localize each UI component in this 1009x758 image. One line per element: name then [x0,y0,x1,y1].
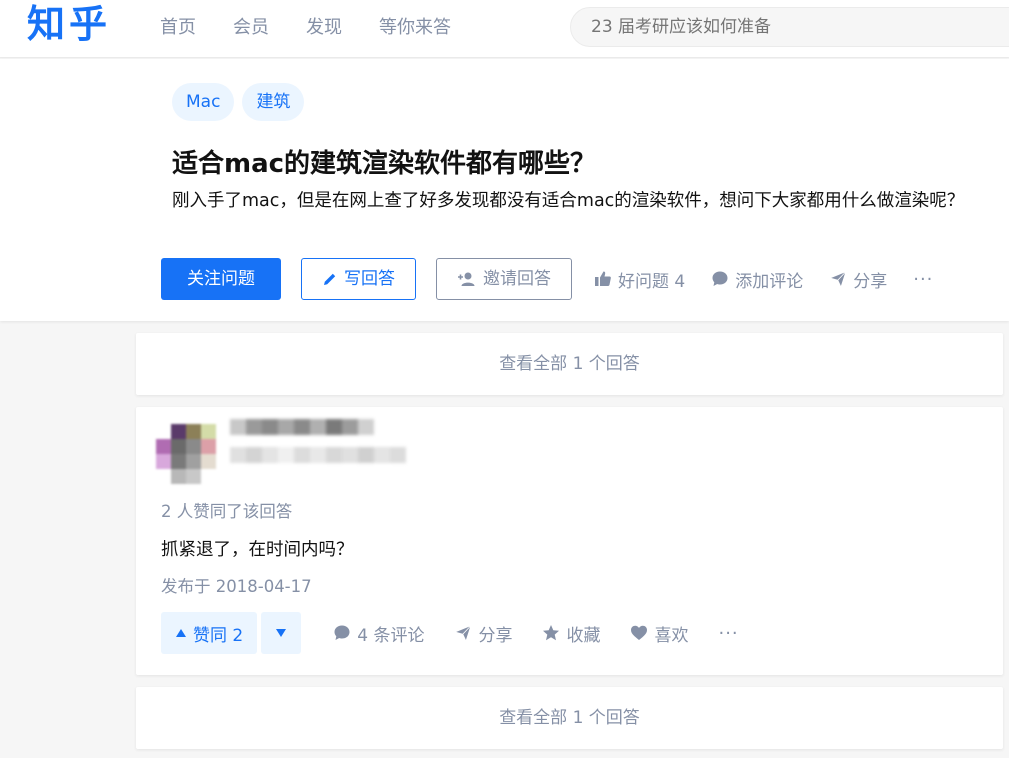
answer-card: 2 人赞同了该回答 抓紧退了，在时间内吗？ 发布于 2018-04-17 赞同 … [136,407,1003,675]
question-title: 适合mac的建筑渲染软件都有哪些？ [172,149,597,179]
invite-answer-button[interactable]: 邀请回答 [436,258,572,300]
answer-actions: 赞同 2 4 条评论 分享 收藏 喜欢 ··· [161,612,739,654]
good-question-label: 好问题 4 [618,271,686,292]
author-bio-redacted [230,447,406,463]
view-all-answers-top[interactable]: 查看全部 1 个回答 [136,333,1003,395]
avatar[interactable] [156,424,216,484]
question-detail: 刚入手了mac，但是在网上查了好多发现都没有适合mac的渲染软件，想问下大家都用… [172,191,965,211]
view-all-answers-bottom[interactable]: 查看全部 1 个回答 [136,687,1003,749]
publish-date[interactable]: 发布于 2018-04-17 [161,573,312,597]
share-question-label: 分享 [853,271,888,292]
share-question-button[interactable]: 分享 [829,267,887,292]
main-nav: 首页 会员 发现 等你来答 [160,0,488,52]
like-button[interactable]: 喜欢 [630,621,688,646]
comment-icon [334,625,350,640]
triangle-up-icon [176,629,186,637]
more-options-icon[interactable]: ··· [718,623,738,644]
star-icon [543,625,560,641]
upvoters-count[interactable]: 2 人赞同了该回答 [161,498,292,522]
add-comment-label: 添加评论 [735,271,804,292]
author-name-redacted[interactable] [230,419,374,435]
downvote-button[interactable] [261,612,302,654]
paper-plane-icon [454,624,473,642]
answer-content: 抓紧退了，在时间内吗？ [161,540,354,560]
nav-item-membership[interactable]: 会员 [233,13,269,39]
topic-tags: Mac 建筑 [172,83,312,121]
write-answer-label: 写回答 [344,269,395,289]
comments-button[interactable]: 4 条评论 [333,621,424,646]
topic-tag-architecture[interactable]: 建筑 [242,83,305,121]
collect-button[interactable]: 收藏 [542,621,600,646]
thumbs-up-icon [595,271,611,286]
follow-question-button[interactable]: 关注问题 [161,258,281,300]
share-answer-label: 分享 [478,625,513,646]
nav-item-waiting-answers[interactable]: 等你来答 [379,13,451,39]
good-question-button[interactable]: 好问题 4 [594,267,685,292]
add-user-icon [458,272,475,286]
invite-answer-label: 邀请回答 [483,269,551,289]
comments-label: 4 条评论 [357,625,425,646]
share-answer-button[interactable]: 分享 [454,621,512,646]
question-actions: 关注问题 写回答 邀请回答 好问题 4 添加评论 分享 ··· [161,258,933,300]
triangle-down-icon [276,629,287,637]
collect-label: 收藏 [566,625,601,646]
more-options-icon[interactable]: ··· [913,269,933,290]
top-navigation-bar: 知乎 首页 会员 发现 等你来答 [0,0,1009,58]
question-header-card: Mac 建筑 适合mac的建筑渲染软件都有哪些？ 刚入手了mac，但是在网上查了… [0,59,1009,321]
search-input[interactable] [570,7,1009,47]
add-comment-button[interactable]: 添加评论 [711,267,803,292]
pencil-icon [324,273,336,285]
heart-icon [631,625,648,640]
like-label: 喜欢 [654,625,689,646]
nav-item-explore[interactable]: 发现 [306,13,342,39]
topic-tag-mac[interactable]: Mac [172,83,235,121]
nav-item-home[interactable]: 首页 [160,13,196,39]
comment-icon [712,271,728,286]
zhihu-logo[interactable]: 知乎 [27,0,111,50]
upvote-button[interactable]: 赞同 2 [161,612,258,654]
write-answer-button[interactable]: 写回答 [301,258,416,300]
paper-plane-icon [829,270,847,288]
upvote-label: 赞同 2 [193,625,244,646]
